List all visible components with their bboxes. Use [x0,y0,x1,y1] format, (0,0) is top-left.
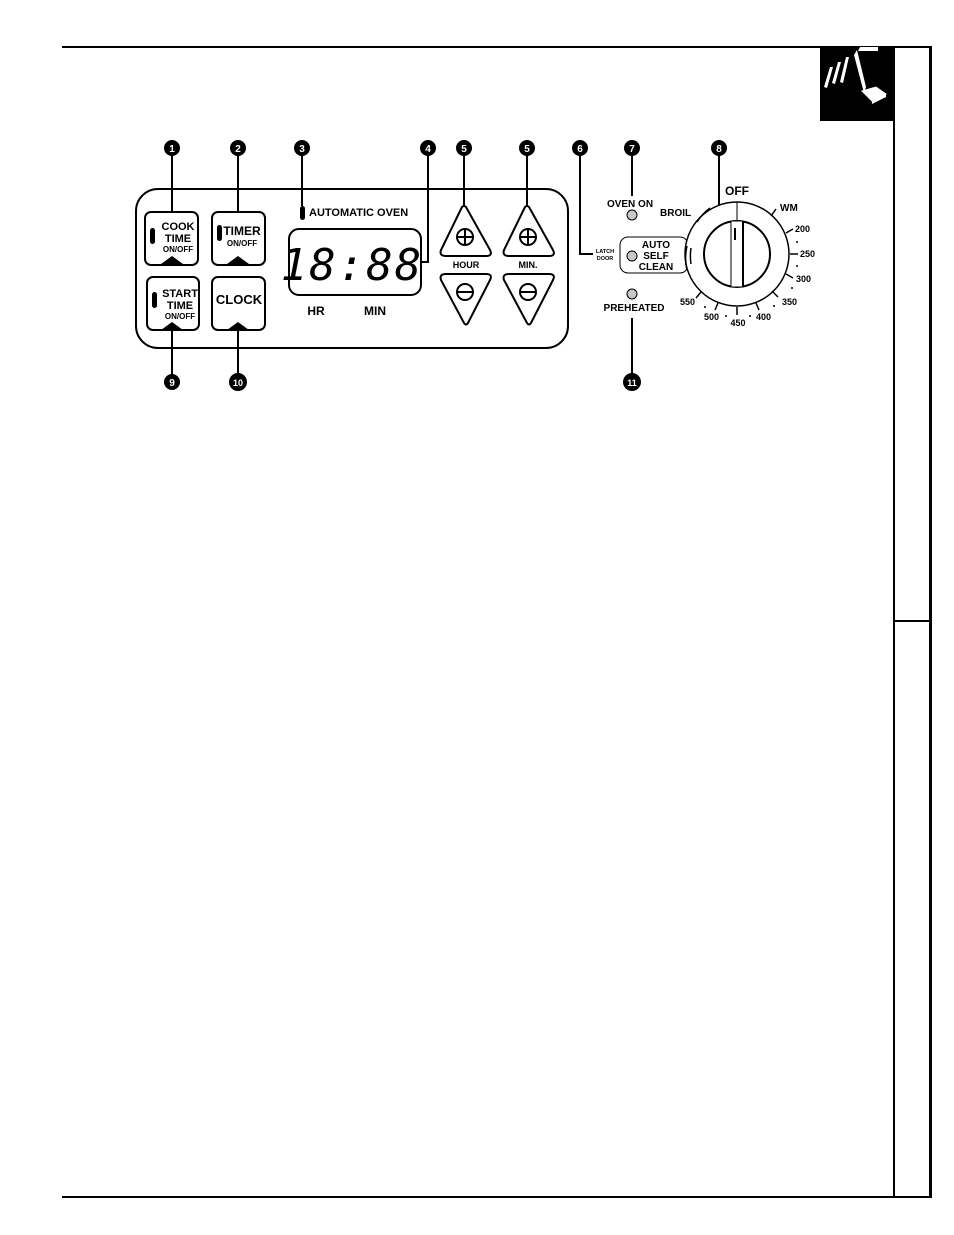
start-time-indicator[interactable] [152,292,157,308]
timer-button[interactable]: TIMER ON/OFF [211,211,266,266]
svg-text:ON/OFF[interactable]: ON/OFF [165,312,195,321]
svg-text:AUTO: AUTO [642,240,670,251]
clock-button[interactable]: CLOCK [211,276,266,331]
callout-5a-label: 5 [461,144,467,155]
start-time-button[interactable]: START TIME ON/OFF [146,276,200,331]
svg-text:OFF: OFF [725,184,749,198]
oven-temperature-dial[interactable] [684,201,790,307]
min-label: MIN [364,304,386,318]
callout-7-label: 7 [629,144,635,155]
callout-6-label: 6 [577,144,583,155]
svg-text:250: 250 [800,249,815,259]
svg-text:WM: WM [780,203,798,214]
callout-8-label: 8 [716,144,722,155]
control-panel-diagram: 1 2 3 4 5 5 6 7 8 9 10 11 COOK TIME ON/O… [135,140,815,391]
callout-4-label: 4 [425,144,431,155]
svg-text:TIMER[interactable]: TIMER [223,224,261,238]
callout-5b-label: 5 [524,144,530,155]
cook-time-button[interactable]: COOK TIME ON/OFF [144,211,199,266]
svg-text:ON/OFF[interactable]: ON/OFF [163,245,193,254]
oven-on-light [626,209,638,221]
hr-label: HR [307,304,325,318]
svg-text:ON/OFF[interactable]: ON/OFF [227,239,257,248]
timer-indicator[interactable] [217,225,222,241]
automatic-oven-indicator [300,206,305,220]
hour-down-button[interactable] [439,273,492,326]
min-arrow-label: MIN. [519,260,538,270]
oven-on-label: OVEN ON [607,199,653,210]
svg-text:SELF: SELF [643,251,669,262]
svg-text:550: 550 [680,297,695,307]
svg-text:200: 200 [795,224,810,234]
door-label: DOOR [597,256,614,262]
automatic-oven-label: AUTOMATIC OVEN [309,207,408,219]
side-tab-divider [893,620,931,622]
svg-text:300: 300 [796,274,811,284]
callout-10-label: 10 [233,378,243,388]
preheated-label: PREHEATED [604,303,665,314]
preheated-light [626,288,638,300]
hour-up-button[interactable] [439,205,492,257]
svg-text:TIME[interactable]: TIME [165,233,191,245]
callout-9-label: 9 [169,378,175,389]
lcd-digits: 18:88 [281,240,423,291]
svg-text:500: 500 [704,312,719,322]
callout-11-label: 11 [627,378,637,388]
svg-text:450: 450 [730,318,745,328]
svg-text:BROIL: BROIL [660,208,691,219]
latch-label: LATCH [596,249,614,255]
hour-label: HOUR [453,260,480,270]
svg-text:TIME[interactable]: TIME [167,300,193,312]
min-up-button[interactable] [502,205,555,257]
callout-2-label: 2 [235,144,241,155]
bottom-rule [62,1196,931,1198]
svg-text:400: 400 [756,312,771,322]
min-down-button[interactable] [502,273,555,326]
cook-time-indicator[interactable] [150,228,155,244]
svg-text:COOK[interactable]: COOK [162,221,195,233]
callout-1-label: 1 [169,144,175,155]
svg-text:CLOCK[interactable]: CLOCK [216,292,263,307]
svg-text:350: 350 [782,297,797,307]
svg-text:CLEAN: CLEAN [639,262,673,273]
svg-text:START[interactable]: START [162,288,198,300]
auto-self-clean-light [626,250,638,262]
callout-3-label: 3 [299,144,305,155]
